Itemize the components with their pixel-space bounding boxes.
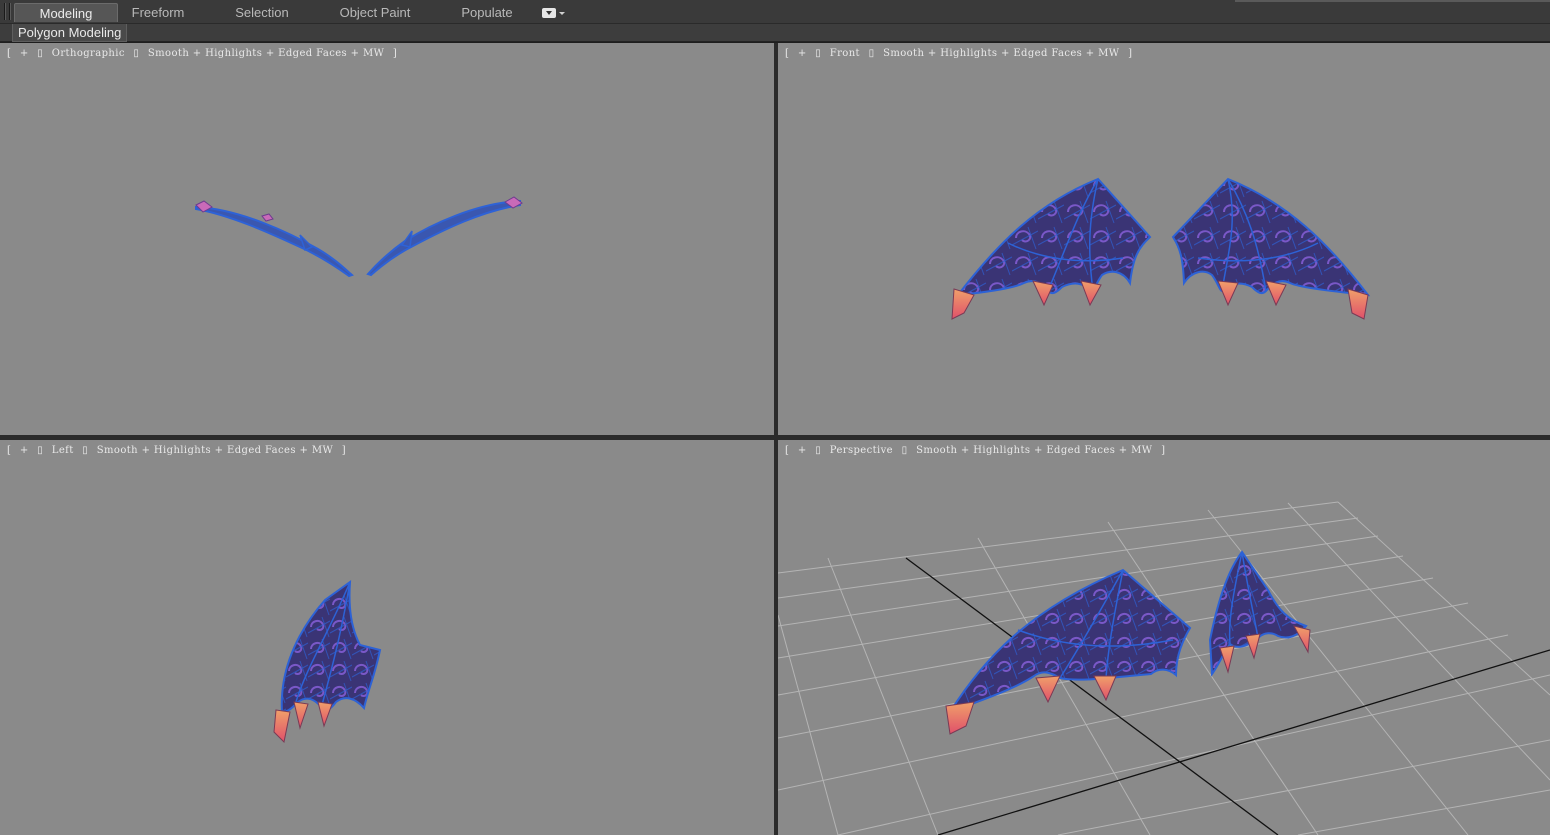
ribbon-top-rule — [1235, 0, 1550, 2]
ribbon-more-button[interactable] — [542, 6, 570, 20]
ribbon-panel: Polygon Modeling — [0, 24, 1550, 42]
bracket-icon: ▯ — [815, 48, 822, 59]
bracket-icon: ▯ — [37, 445, 44, 456]
viewport-pov-menu[interactable]: Orthographic — [52, 48, 125, 59]
viewport-plus-menu[interactable]: + — [20, 48, 29, 59]
wings-perspective-view — [778, 501, 1550, 835]
bracket-icon: ▯ — [82, 445, 89, 456]
viewport-shading-menu[interactable]: Smooth + Highlights + Edged Faces + MW — [148, 48, 384, 59]
dropdown-arrow-icon — [542, 8, 556, 18]
label-close: ] — [1128, 48, 1133, 59]
wings-orthographic-view — [195, 196, 523, 278]
tab-freeform[interactable]: Freeform — [118, 3, 198, 22]
max-workspace: Modeling Freeform Selection Object Paint… — [0, 0, 1550, 835]
ribbon-tab-bar: Modeling Freeform Selection Object Paint… — [0, 0, 1550, 24]
viewport-label: [ + ▯ Orthographic ▯ Smooth + Highlights… — [7, 48, 402, 59]
tab-populate[interactable]: Populate — [450, 3, 524, 22]
viewport-front[interactable]: [ + ▯ Front ▯ Smooth + Highlights + Edge… — [778, 43, 1550, 435]
viewport-pov-menu[interactable]: Front — [830, 48, 860, 59]
viewport-shading-menu[interactable]: Smooth + Highlights + Edged Faces + MW — [916, 445, 1152, 456]
caret-down-icon — [559, 11, 565, 15]
viewport-shading-menu[interactable]: Smooth + Highlights + Edged Faces + MW — [97, 445, 333, 456]
viewport-perspective[interactable]: [ + ▯ Perspective ▯ Smooth + Highlights … — [778, 440, 1550, 835]
ribbon-grip[interactable] — [4, 3, 6, 20]
bracket-icon: ▯ — [901, 445, 908, 456]
viewport-shading-menu[interactable]: Smooth + Highlights + Edged Faces + MW — [883, 48, 1119, 59]
bracket-icon: ▯ — [815, 445, 822, 456]
viewport-label: [ + ▯ Perspective ▯ Smooth + Highlights … — [785, 445, 1170, 456]
label-close: ] — [341, 445, 347, 456]
viewport-label: [ + ▯ Left ▯ Smooth + Highlights + Edged… — [7, 445, 351, 456]
label-open: [ — [7, 48, 12, 59]
viewport-orthographic[interactable]: [ + ▯ Orthographic ▯ Smooth + Highlights… — [0, 43, 774, 435]
label-close: ] — [392, 48, 398, 59]
viewport-plus-menu[interactable]: + — [798, 48, 807, 59]
label-open: [ — [785, 48, 790, 59]
viewport-left[interactable]: [ + ▯ Left ▯ Smooth + Highlights + Edged… — [0, 440, 774, 835]
bracket-icon: ▯ — [133, 48, 140, 59]
polygon-modeling-panel-toggle[interactable]: Polygon Modeling — [12, 24, 128, 42]
viewport-horizontal-divider[interactable] — [0, 435, 1550, 440]
viewport-plus-menu[interactable]: + — [20, 445, 29, 456]
bracket-icon: ▯ — [37, 48, 44, 59]
label-open: [ — [785, 445, 790, 456]
bracket-icon: ▯ — [868, 48, 875, 59]
tab-object-paint[interactable]: Object Paint — [330, 3, 420, 22]
viewport-plus-menu[interactable]: + — [798, 445, 807, 456]
label-open: [ — [7, 445, 12, 456]
label-close: ] — [1161, 445, 1166, 456]
viewport-label: [ + ▯ Front ▯ Smooth + Highlights + Edge… — [785, 48, 1137, 59]
tab-selection[interactable]: Selection — [222, 3, 302, 22]
tab-modeling[interactable]: Modeling — [14, 3, 118, 22]
wings-left-view — [273, 579, 382, 744]
ribbon-grip-2[interactable] — [9, 3, 11, 20]
viewport-pov-menu[interactable]: Left — [52, 445, 74, 456]
viewport-pov-menu[interactable]: Perspective — [830, 445, 893, 456]
wings-front-view — [951, 177, 1371, 320]
